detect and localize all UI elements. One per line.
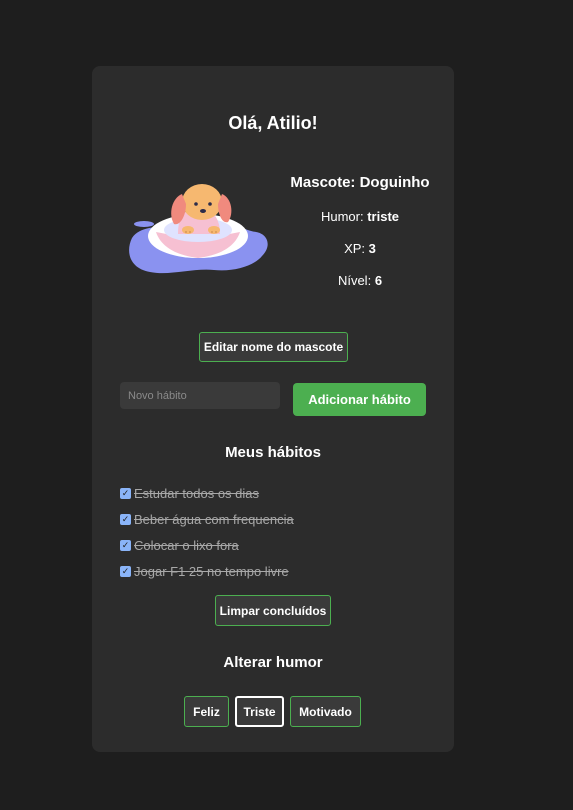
add-habit-button[interactable]: Adicionar hábito <box>293 383 426 416</box>
page-title: Olá, Atilio! <box>228 113 318 133</box>
pet-xp-value: 3 <box>368 241 376 256</box>
mood-title: Alterar humor <box>223 654 323 671</box>
mood-sad-button[interactable]: Triste <box>235 696 284 727</box>
habits-title: Meus hábitos <box>225 444 321 461</box>
habit-checkbox[interactable]: ✓ <box>120 513 131 525</box>
pet-level: Nível: 6 <box>280 273 440 289</box>
mood-motivated-button[interactable]: Motivado <box>290 696 361 727</box>
habit-label: Beber água com frequencia <box>134 511 294 527</box>
habit-label: Colocar o lixo fora <box>134 537 239 553</box>
habit-item: ✓ Jogar F1 25 no tempo livre <box>120 558 294 584</box>
pet-level-value: 6 <box>374 273 383 288</box>
edit-pet-name-button[interactable]: Editar nome do mascote <box>199 332 348 362</box>
pet-info: Mascote: Doguinho Humor: triste XP: 3 Ní… <box>280 174 440 305</box>
habit-label: Jogar F1 25 no tempo livre <box>134 563 289 579</box>
habit-list: ✓ Estudar todos os dias ✓ Beber água com… <box>120 480 294 584</box>
habit-item: ✓ Colocar o lixo fora <box>120 532 294 558</box>
pet-mood: Humor: triste <box>280 209 440 225</box>
clear-completed-button[interactable]: Limpar concluídos <box>215 595 331 626</box>
pet-xp: XP: 3 <box>280 241 440 257</box>
mood-happy-button[interactable]: Feliz <box>184 696 229 727</box>
habit-item: ✓ Beber água com frequencia <box>120 506 294 532</box>
pet-mood-value: triste <box>367 209 400 224</box>
pet-mood-label: Humor: <box>320 209 364 224</box>
habit-checkbox[interactable]: ✓ <box>120 539 131 551</box>
pet-name: Mascote: Doguinho <box>290 174 430 191</box>
pet-level-label: Nível: <box>337 273 372 288</box>
habit-checkbox[interactable]: ✓ <box>120 565 131 577</box>
habit-item: ✓ Estudar todos os dias <box>120 480 294 506</box>
habit-label: Estudar todos os dias <box>134 485 260 501</box>
new-habit-input[interactable] <box>120 382 280 409</box>
main-card: Olá, Atilio! Mascote: Doguinho Humor: tr… <box>92 66 454 752</box>
pet-xp-label: XP: <box>344 241 366 256</box>
habit-checkbox[interactable]: ✓ <box>120 487 131 499</box>
pet-illustration <box>129 184 268 274</box>
